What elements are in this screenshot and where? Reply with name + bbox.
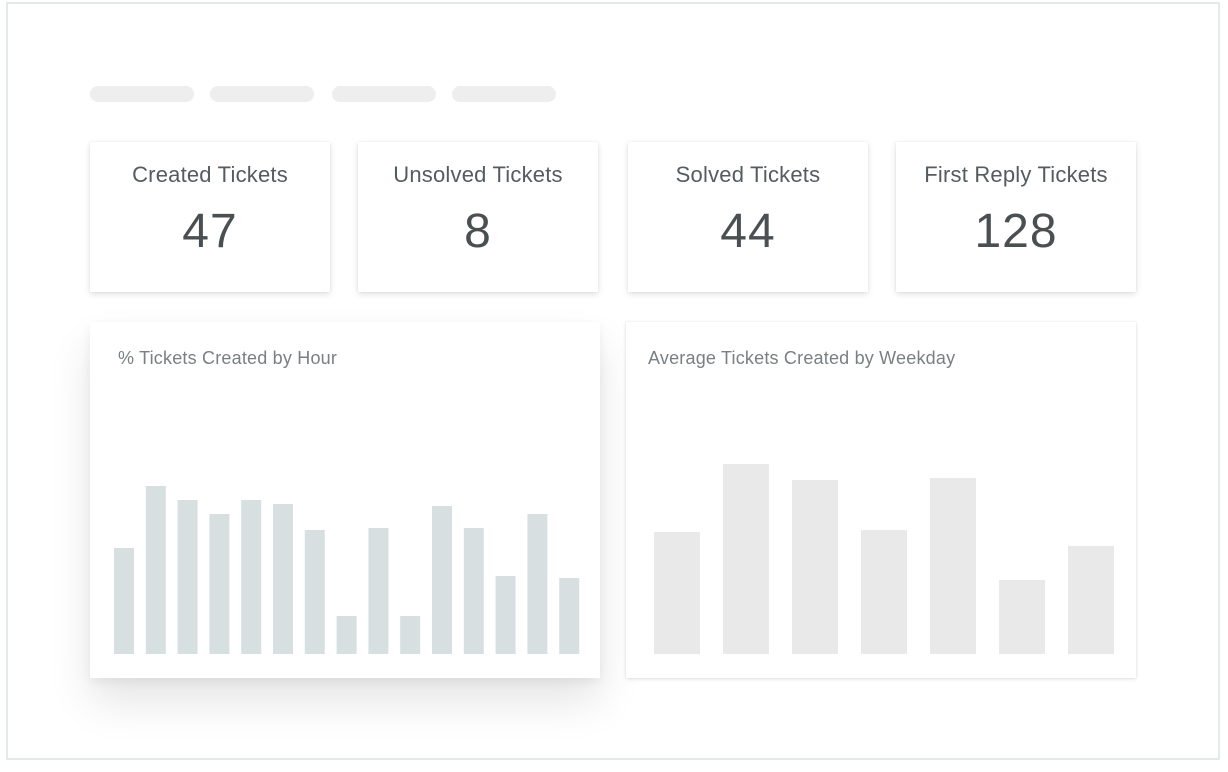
stat-value: 128: [974, 205, 1058, 258]
tab-placeholder-4[interactable]: [452, 86, 556, 102]
hour-bar-7: [304, 530, 325, 654]
chart-card-tickets-by-weekday: Average Tickets Created by Weekday: [626, 322, 1136, 678]
hour-bar-12: [463, 528, 484, 654]
hour-bar-9: [368, 528, 389, 654]
stat-label: First Reply Tickets: [924, 162, 1108, 187]
hour-bar-2: [145, 486, 166, 654]
stat-label: Created Tickets: [132, 162, 288, 187]
tab-placeholder-2[interactable]: [210, 86, 314, 102]
stat-card-solved: Solved Tickets 44: [628, 142, 868, 292]
hour-bar-15: [559, 578, 580, 654]
stat-label: Solved Tickets: [675, 162, 821, 187]
hour-bar-14: [527, 514, 548, 654]
weekday-bar-2: [723, 464, 769, 654]
stat-card-created: Created Tickets 47: [90, 142, 330, 292]
hour-bar-10: [400, 616, 421, 654]
stat-card-unsolved: Unsolved Tickets 8: [358, 142, 598, 292]
stat-value: 47: [182, 205, 238, 258]
chart-card-tickets-by-hour: % Tickets Created by Hour: [90, 322, 600, 678]
weekday-bar-5: [930, 478, 976, 654]
stat-value: 44: [720, 205, 776, 258]
hour-bar-5: [241, 500, 262, 654]
hour-bar-11: [432, 506, 452, 654]
stat-label: Unsolved Tickets: [393, 162, 563, 187]
stat-card-first-reply: First Reply Tickets 128: [896, 142, 1136, 292]
weekday-bar-3: [792, 480, 838, 654]
weekday-bar-6: [999, 580, 1045, 654]
weekday-bar-1: [654, 532, 700, 654]
weekday-bar-4: [861, 530, 907, 654]
hour-bar-8: [336, 616, 357, 654]
hour-bar-13: [495, 576, 516, 654]
tab-placeholder-1[interactable]: [90, 86, 194, 102]
tab-placeholder-3[interactable]: [332, 86, 436, 102]
hour-bar-4: [209, 514, 230, 654]
tickets-by-weekday-chart: [654, 464, 1114, 654]
hour-bar-3: [177, 500, 198, 654]
tickets-by-hour-chart: [114, 486, 580, 654]
hour-bar-6: [273, 504, 293, 654]
stat-value: 8: [464, 205, 492, 258]
hour-bar-1: [114, 548, 134, 654]
weekday-bar-7: [1068, 546, 1114, 654]
